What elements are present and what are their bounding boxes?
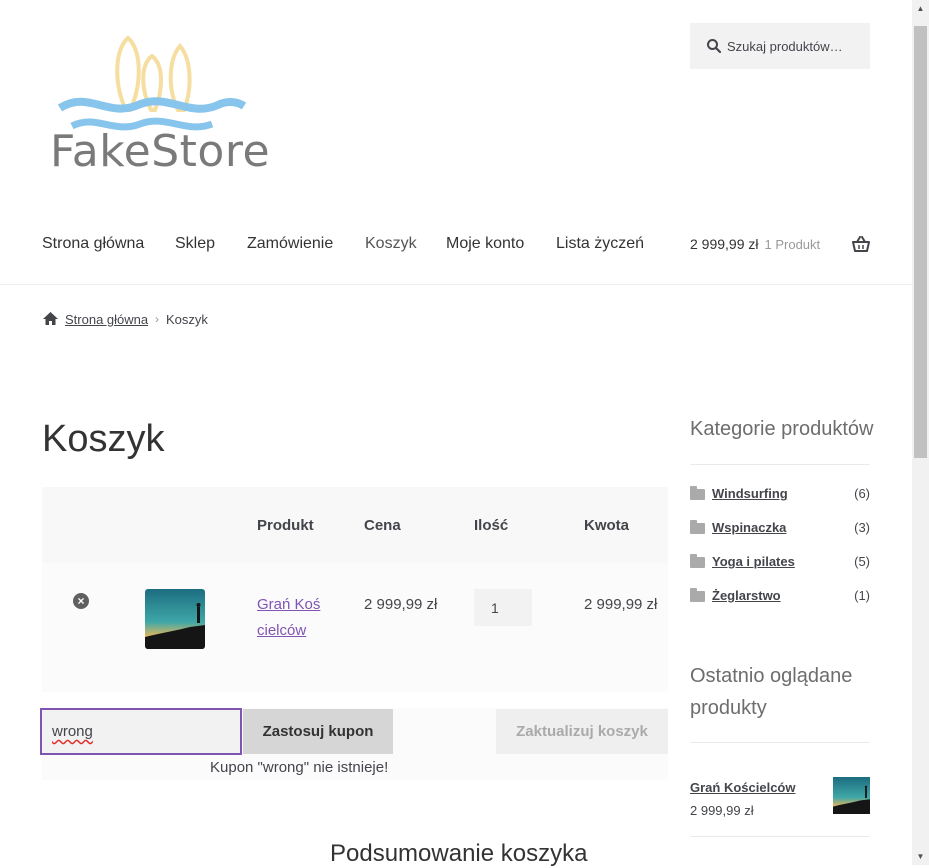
category-label[interactable]: Wspinaczka <box>712 520 786 535</box>
category-item[interactable]: Yoga i pilates (5) <box>690 554 870 574</box>
sidebar-divider <box>690 464 870 465</box>
recent-product-link[interactable]: Grań Kościelców <box>690 780 795 795</box>
breadcrumb-home[interactable]: Strona główna <box>65 312 148 327</box>
page-title: Koszyk <box>42 418 165 460</box>
category-item[interactable]: Żeglarstwo (1) <box>690 588 870 608</box>
cart-table-header <box>42 487 668 563</box>
search-input[interactable] <box>727 36 865 56</box>
header-price: Cena <box>364 517 401 534</box>
folder-icon <box>690 486 705 500</box>
nav-account[interactable]: Moje konto <box>446 235 524 253</box>
header-total: Kwota <box>584 517 629 534</box>
logo-text[interactable]: FakeStore <box>50 126 270 177</box>
category-count: (3) <box>854 520 870 535</box>
category-label[interactable]: Yoga i pilates <box>712 554 795 569</box>
nav-cart[interactable]: Koszyk <box>365 235 417 253</box>
category-count: (6) <box>854 486 870 501</box>
cart-summary-title: Podsumowanie koszyka <box>330 840 588 867</box>
category-item[interactable]: Wspinaczka (3) <box>690 520 870 540</box>
recent-product-thumbnail[interactable] <box>833 777 870 814</box>
scrollbar-thumb[interactable] <box>914 26 927 458</box>
product-total: 2 999,99 zł <box>584 596 658 613</box>
scroll-up-icon[interactable]: ▲ <box>912 0 929 17</box>
nav-home[interactable]: Strona główna <box>42 235 144 253</box>
category-label[interactable]: Żeglarstwo <box>712 588 781 603</box>
category-label[interactable]: Windsurfing <box>712 486 788 501</box>
header-cart-link[interactable]: 2 999,99 zł 1 Produkt <box>690 236 820 252</box>
sidebar-divider <box>690 742 870 743</box>
recent-product-price: 2 999,99 zł <box>690 803 754 818</box>
header-cart-count: 1 Produkt <box>764 237 821 252</box>
basket-icon[interactable] <box>852 236 870 252</box>
coupon-error-message: Kupon "wrong" nie istnieje! <box>210 759 389 776</box>
nav-wishlist[interactable]: Lista życzeń <box>556 235 644 253</box>
nav-order[interactable]: Zamówienie <box>247 235 333 253</box>
category-count: (1) <box>854 588 870 603</box>
category-count: (5) <box>854 554 870 569</box>
product-thumbnail[interactable] <box>145 589 205 649</box>
category-item[interactable]: Windsurfing (6) <box>690 486 870 506</box>
apply-coupon-button[interactable]: Zastosuj kupon <box>243 709 393 754</box>
header-divider <box>0 284 912 285</box>
nav-shop[interactable]: Sklep <box>175 235 215 253</box>
breadcrumb-separator: › <box>155 312 159 326</box>
table-row <box>42 563 668 692</box>
folder-icon <box>690 554 705 568</box>
sidebar-divider <box>690 836 870 837</box>
folder-icon <box>690 588 705 602</box>
search-icon <box>707 39 722 54</box>
scroll-down-icon[interactable]: ▼ <box>912 848 929 865</box>
recent-products-title: Ostatnio oglądane produkty <box>690 665 853 719</box>
breadcrumb-current: Koszyk <box>166 312 208 327</box>
product-search[interactable] <box>690 23 870 69</box>
header-cart-amount: 2 999,99 zł <box>690 236 759 252</box>
categories-title: Kategorie produktów <box>690 418 874 440</box>
folder-icon <box>690 520 705 534</box>
home-icon[interactable] <box>42 311 59 326</box>
update-cart-button[interactable]: Zaktualizuj koszyk <box>496 709 668 754</box>
header-quantity: Ilość <box>474 517 509 534</box>
product-link[interactable]: Grań Kościelców <box>257 592 327 644</box>
product-price: 2 999,99 zł <box>364 596 438 613</box>
header-product: Produkt <box>257 517 314 534</box>
coupon-input-value: wrong <box>52 723 93 740</box>
quantity-input[interactable] <box>474 589 532 626</box>
remove-icon[interactable]: × <box>73 593 89 609</box>
